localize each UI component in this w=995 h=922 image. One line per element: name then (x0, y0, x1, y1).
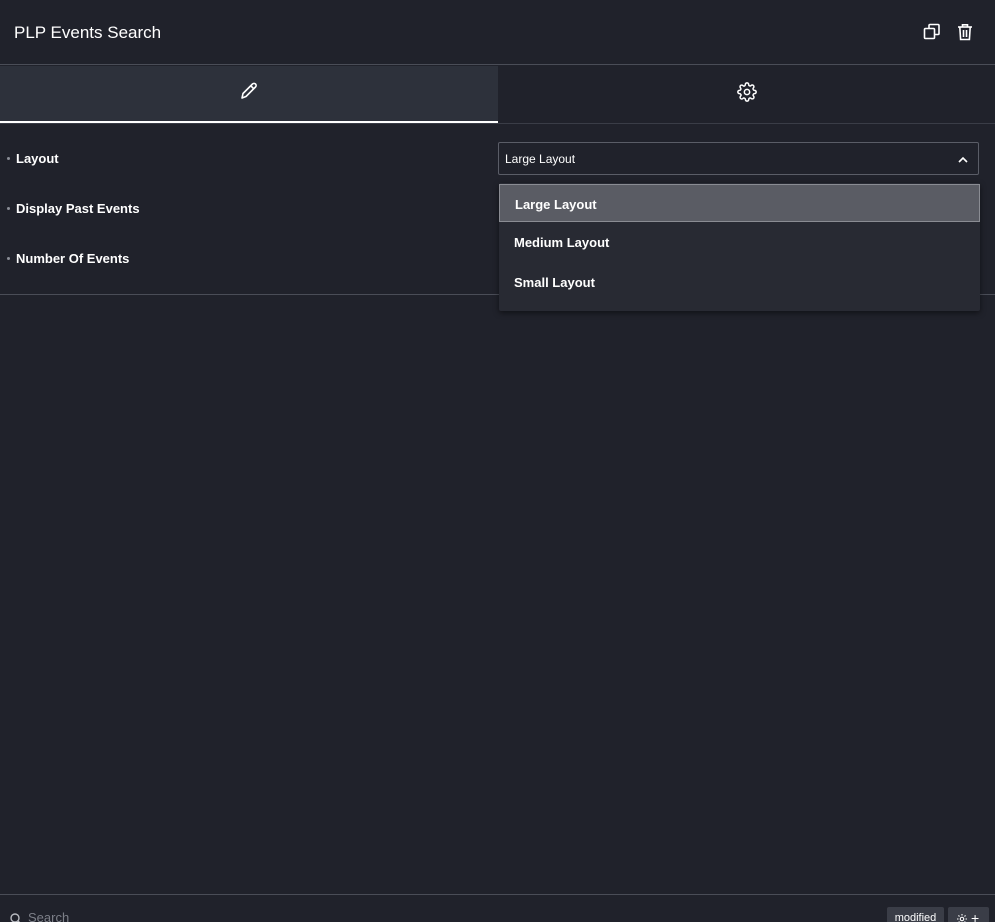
option-large-layout[interactable]: Large Layout (499, 184, 980, 222)
option-medium-layout[interactable]: Medium Layout (499, 223, 980, 261)
gear-icon (736, 82, 757, 107)
bullet-dot (7, 157, 10, 160)
layout-label-text: Layout (16, 151, 59, 166)
number-of-events-label: Number Of Events (7, 251, 130, 266)
option-small-layout[interactable]: Small Layout (499, 263, 980, 301)
option-label: Small Layout (514, 275, 595, 290)
layout-select[interactable]: Large Layout (498, 142, 979, 175)
page: PLP Events Search Layout Display Past Ev… (0, 0, 995, 922)
panel-tabs (0, 66, 995, 124)
chevron-up-icon (957, 153, 969, 171)
number-of-events-label-text: Number Of Events (16, 251, 130, 266)
modified-badge: modified (887, 907, 944, 922)
pencil-icon (239, 81, 259, 106)
tab-content[interactable] (0, 66, 498, 123)
layout-select-value: Large Layout (505, 152, 576, 166)
search-icon (10, 912, 22, 922)
copy-icon[interactable] (922, 22, 942, 42)
display-past-events-label: Display Past Events (7, 201, 140, 216)
display-past-events-label-text: Display Past Events (16, 201, 140, 216)
gear-icon (956, 912, 968, 922)
option-label: Medium Layout (514, 235, 610, 250)
layout-label: Layout (7, 151, 59, 166)
trash-icon[interactable] (955, 22, 975, 42)
bullet-dot (7, 207, 10, 210)
add-settings-button[interactable]: + (948, 907, 989, 922)
search-input[interactable] (28, 909, 328, 922)
bullet-dot (7, 257, 10, 260)
layout-dropdown-menu: Large Layout Medium Layout Small Layout (499, 183, 980, 311)
plus-icon: + (971, 910, 980, 922)
page-title: PLP Events Search (14, 23, 162, 42)
panel-header: PLP Events Search (0, 0, 995, 65)
tab-settings[interactable] (498, 66, 995, 123)
footer-bar: modified + (0, 894, 995, 922)
option-label: Large Layout (515, 197, 597, 212)
